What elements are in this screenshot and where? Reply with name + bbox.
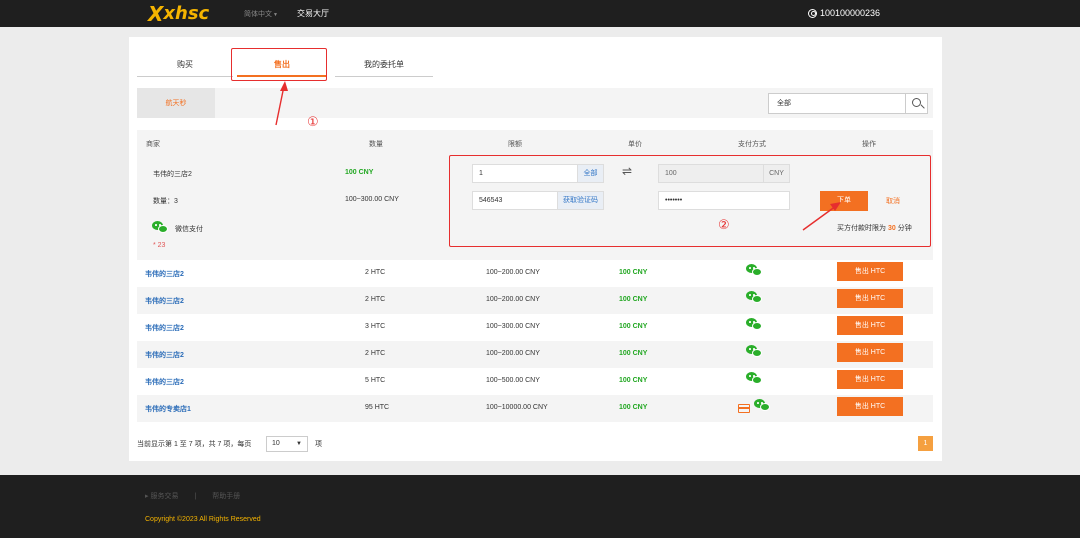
merchant-link[interactable]: 韦伟的三店2 xyxy=(145,350,184,360)
header-payment: 支付方式 xyxy=(738,141,766,148)
wechat-icon xyxy=(746,264,762,277)
sell-htc-button[interactable]: 售出 HTC xyxy=(837,316,903,335)
footer-links: ▸ 服务交易 | 帮助手册 xyxy=(145,491,254,501)
caret-down-icon: ▼ xyxy=(296,441,302,447)
page-size-select[interactable]: 10 ▼ xyxy=(266,436,308,452)
row-price: 100 CNY xyxy=(619,296,648,303)
user-account[interactable]: 100100000236 xyxy=(808,8,880,18)
merchant-link[interactable]: 韦伟的三店2 xyxy=(145,296,184,306)
page-button-1[interactable]: 1 xyxy=(918,436,933,451)
table-row: 韦伟的三店2 2 HTC 100~200.00 CNY 100 CNY 售出 HTC xyxy=(137,287,933,314)
expanded-quantity: 数量：3 xyxy=(153,198,178,205)
row-limit: 100~500.00 CNY xyxy=(486,377,540,384)
header-limit: 限额 xyxy=(508,141,522,148)
row-limit: 100~300.00 CNY xyxy=(486,323,540,330)
row-price: 100 CNY xyxy=(619,350,648,357)
expanded-merchant: 韦伟的三店2 xyxy=(153,171,192,178)
annotation-label-2: ② xyxy=(718,217,730,232)
merchant-link[interactable]: 韦伟的三店2 xyxy=(145,269,184,279)
row-price: 100 CNY xyxy=(619,323,648,330)
language-selector[interactable]: 简体中文▼ xyxy=(244,9,278,19)
pager-items-suffix: 项 xyxy=(315,441,322,448)
row-limit: 100~200.00 CNY xyxy=(486,296,540,303)
header-unit-price: 单价 xyxy=(628,141,642,148)
sell-htc-button[interactable]: 售出 HTC xyxy=(837,289,903,308)
header-action: 操作 xyxy=(862,141,876,148)
annotation-label-1: ① xyxy=(307,114,319,129)
tab-my-orders[interactable]: 我的委托单 xyxy=(335,57,433,77)
nav-trading-hall[interactable]: 交易大厅 xyxy=(297,8,329,19)
expanded-price: 100 CNY xyxy=(345,169,374,176)
copyright: Copyright ©2023 All Rights Reserved xyxy=(145,516,261,523)
logo-text: xhsc xyxy=(163,3,210,24)
annotation-box-order-form xyxy=(449,155,931,247)
pager-summary: 当前显示第 1 至 7 项，共 7 项，每页 xyxy=(137,441,252,448)
note-text: * 23 xyxy=(153,242,166,249)
wechat-icon xyxy=(746,318,762,331)
table-header xyxy=(137,130,933,154)
logo[interactable]: X xhsc xyxy=(148,1,210,26)
user-icon xyxy=(808,8,817,18)
logo-mark: X xyxy=(148,1,163,26)
row-price: 100 CNY xyxy=(619,377,648,384)
row-quantity: 5 HTC xyxy=(365,377,386,384)
row-price: 100 CNY xyxy=(619,269,648,276)
table-row: 韦伟的三店2 2 HTC 100~200.00 CNY 100 CNY 售出 HTC xyxy=(137,341,933,368)
row-limit: 100~200.00 CNY xyxy=(486,350,540,357)
wechat-icon xyxy=(152,221,168,234)
table-row: 韦伟的三店2 5 HTC 100~500.00 CNY 100 CNY 售出 HTC xyxy=(137,368,933,395)
table-row: 韦伟的三店2 3 HTC 100~300.00 CNY 100 CNY 售出 HTC xyxy=(137,314,933,341)
merchant-link[interactable]: 韦伟的专卖店1 xyxy=(145,404,191,414)
merchant-link[interactable]: 韦伟的三店2 xyxy=(145,377,184,387)
tab-buy[interactable]: 购买 xyxy=(137,57,233,77)
search-button[interactable] xyxy=(905,93,928,114)
wechat-icon xyxy=(746,291,762,304)
coin-tab[interactable]: 航天秒 xyxy=(137,88,215,118)
bank-card-icon xyxy=(738,404,750,413)
sell-htc-button[interactable]: 售出 HTC xyxy=(837,262,903,281)
sell-htc-button[interactable]: 售出 HTC xyxy=(837,343,903,362)
search-input[interactable]: 全部 xyxy=(768,93,906,114)
expanded-limit: 100~300.00 CNY xyxy=(345,196,399,203)
sell-htc-button[interactable]: 售出 HTC xyxy=(837,370,903,389)
row-price: 100 CNY xyxy=(619,404,648,411)
table-row: 韦伟的三店2 2 HTC 100~200.00 CNY 100 CNY 售出 HTC xyxy=(137,260,933,287)
header-merchant: 商家 xyxy=(146,141,160,148)
footer-divider: | xyxy=(194,493,197,500)
user-id: 100100000236 xyxy=(820,8,881,18)
payment-label: 微信支付 xyxy=(175,226,203,233)
footer-link-service[interactable]: ▸ 服务交易 xyxy=(145,493,178,500)
header-quantity: 数量 xyxy=(369,141,383,148)
caret-down-icon: ▼ xyxy=(273,12,278,18)
row-limit: 100~200.00 CNY xyxy=(486,269,540,276)
sell-htc-button[interactable]: 售出 HTC xyxy=(837,397,903,416)
wechat-icon xyxy=(754,399,770,412)
wechat-icon xyxy=(746,372,762,385)
row-quantity: 3 HTC xyxy=(365,323,386,330)
merchant-link[interactable]: 韦伟的三店2 xyxy=(145,323,184,333)
row-quantity: 2 HTC xyxy=(365,350,386,357)
annotation-box-sell-tab xyxy=(231,48,327,81)
footer-link-help[interactable]: 帮助手册 xyxy=(212,493,240,500)
wechat-icon xyxy=(746,345,762,358)
language-label: 简体中文 xyxy=(244,11,272,18)
row-quantity: 2 HTC xyxy=(365,296,386,303)
page-footer xyxy=(0,475,1080,538)
row-quantity: 95 HTC xyxy=(365,404,390,411)
table-row: 韦伟的专卖店1 95 HTC 100~10000.00 CNY 100 CNY 售出 H… xyxy=(137,395,933,422)
row-limit: 100~10000.00 CNY xyxy=(486,404,548,411)
row-quantity: 2 HTC xyxy=(365,269,386,276)
